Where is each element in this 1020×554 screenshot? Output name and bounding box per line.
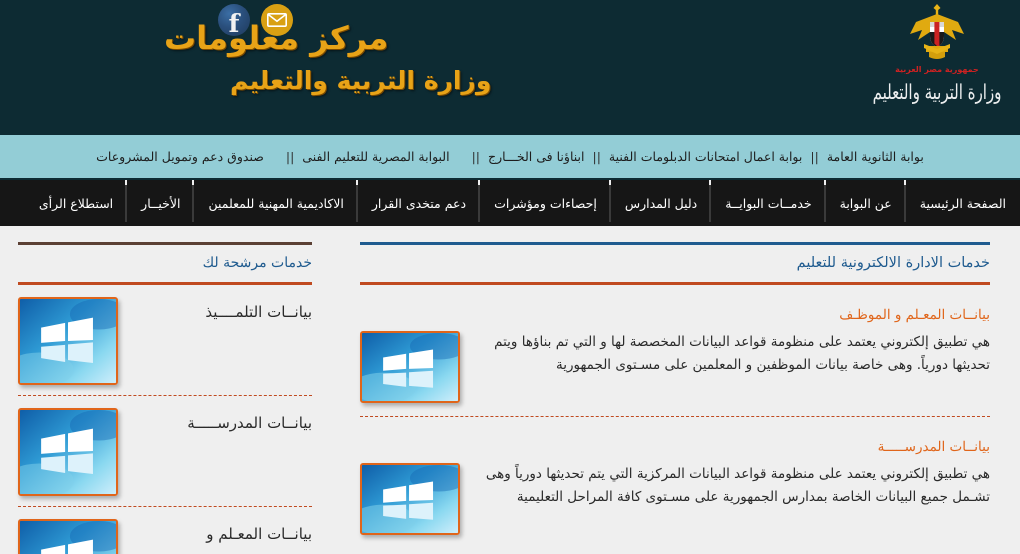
egypt-emblem: جمهورية مصر العربية وزارة التربية والتعل…	[862, 2, 1012, 130]
page-title: خدمات الادارة الالكترونية للتعليم	[796, 255, 990, 271]
site-brand: مركز معلومات وزارة التربية والتعليم	[150, 18, 840, 95]
windows-tile-icon[interactable]	[360, 463, 460, 535]
sidebar-item-student-data[interactable]: بيانــات التلمــــيذ	[18, 285, 312, 385]
sidebar-header: خدمات مرشحة لك	[18, 242, 312, 285]
main-navigation: الصفحة الرئيسية عن البوابة خدمــات البوا…	[0, 180, 1020, 226]
nav-item-statistics-indicators[interactable]: إحصاءات ومؤشرات	[480, 180, 611, 226]
service-body: هي تطبيق إلكتروني يعتمد على منظومة قواعد…	[360, 331, 990, 403]
nav-item-about-portal[interactable]: عن البوابة	[826, 180, 906, 226]
nav-item-schools-directory[interactable]: دليل المدارس	[611, 180, 712, 226]
service-description: هي تطبيق إلكتروني يعتمد على منظومة قواعد…	[494, 334, 990, 374]
top-link-separator: ||	[285, 149, 295, 164]
service-divider	[360, 416, 990, 417]
panel-header-rule	[360, 282, 990, 285]
top-link-separator: ||	[471, 149, 481, 164]
page-content: خدمات الادارة الالكترونية للتعليم بيانــ…	[0, 226, 1020, 554]
nav-item-home[interactable]: الصفحة الرئيسية	[906, 180, 1020, 226]
service-body: هي تطبيق إلكتروني يعتمد على منظومة قواعد…	[360, 463, 990, 535]
windows-tile-icon[interactable]	[18, 297, 118, 385]
sidebar-item-label: بيانــات التلمــــيذ	[205, 303, 312, 321]
emblem-ministry-label: وزارة التربية والتعليم	[872, 80, 1003, 105]
service-block-teacher-employee[interactable]: بيانــات المعـلم و الموظـف هي تطبيق إلكت…	[360, 307, 990, 417]
windows-tile-icon[interactable]	[18, 408, 118, 496]
nav-item-decision-support[interactable]: دعم متخدى القرار	[358, 180, 481, 226]
sidebar-item-label: بيانــات المدرســـــة	[187, 414, 312, 432]
emblem-country-label: جمهورية مصر العربية	[895, 65, 979, 74]
service-description: هي تطبيق إلكتروني يعتمد على منظومة قواعد…	[485, 466, 990, 506]
eagle-of-saladin-icon	[910, 4, 964, 59]
sidebar-item-label: بيانــات المعـلم و	[206, 525, 312, 543]
service-block-school-data[interactable]: بيانــات المدرســـــة هي تطبيق إلكتروني …	[360, 439, 990, 535]
brand-line-2: وزارة التربية والتعليم	[230, 66, 492, 95]
top-link-separator: ||	[810, 149, 819, 164]
main-panel-header: خدمات الادارة الالكترونية للتعليم	[360, 242, 990, 285]
top-link-children-abroad[interactable]: ابناؤنا فى الخـــارج	[486, 149, 586, 164]
top-link-projects-fund[interactable]: صندوق دعم وتمويل المشروعات	[94, 149, 266, 164]
sidebar-title: خدمات مرشحة لك	[202, 255, 312, 271]
main-content-panel: خدمات الادارة الالكترونية للتعليم بيانــ…	[330, 226, 1020, 553]
sidebar-item-school-data[interactable]: بيانــات المدرســـــة	[18, 396, 312, 496]
top-links-bar: بوابة الثانوية العامة || بوابة اعمال امت…	[0, 135, 1020, 180]
sidebar-item-teacher-data[interactable]: بيانــات المعـلم و	[18, 507, 312, 554]
windows-tile-icon[interactable]	[18, 519, 118, 554]
nav-item-opinion-poll[interactable]: استطلاع الرأى	[25, 180, 128, 226]
site-header: مركز معلومات وزارة التربية والتعليم جمهو…	[0, 0, 1020, 135]
service-title: بيانــات المعـلم و الموظـف	[839, 307, 990, 323]
top-link-secondary-portal[interactable]: بوابة الثانوية العامة	[825, 149, 926, 164]
brand-line-1: مركز معلومات	[164, 19, 389, 57]
nav-item-portal-services[interactable]: خدمــات البوايــة	[711, 180, 826, 226]
top-link-technical-education-portal[interactable]: البوابة المصرية للتعليم الفنى	[300, 149, 451, 164]
nav-item-teachers-academy[interactable]: الاكاديمية المهنية للمعلمين	[194, 180, 359, 226]
top-link-technical-diplomas-exams[interactable]: بوابة اعمال امتحانات الدبلومات الفنية	[607, 149, 804, 164]
top-link-separator: ||	[592, 149, 601, 164]
windows-tile-icon[interactable]	[360, 331, 460, 403]
service-title: بيانــات المدرســـــة	[877, 439, 990, 455]
recommended-services-sidebar: خدمات مرشحة لك بيانــات التلمــــيذ بيان…	[0, 226, 330, 554]
nav-item-news[interactable]: الأخيــار	[127, 180, 195, 226]
